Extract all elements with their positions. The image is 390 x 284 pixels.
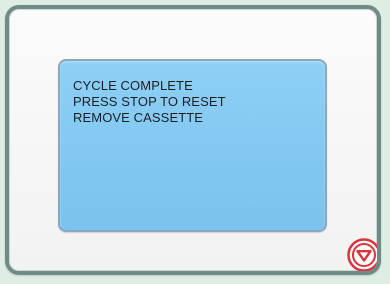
lcd-line-1: CYCLE COMPLETE <box>73 78 193 93</box>
lcd-screen: CYCLE COMPLETE PRESS STOP TO RESET REMOV… <box>58 59 327 232</box>
lcd-line-2: PRESS STOP TO RESET <box>73 94 226 109</box>
stop-triangle-icon <box>347 238 377 271</box>
lcd-line-3: REMOVE CASSETTE <box>73 110 204 125</box>
device-stage: CYCLE COMPLETE PRESS STOP TO RESET REMOV… <box>0 0 390 284</box>
stop-button[interactable] <box>347 238 377 271</box>
device-panel: CYCLE COMPLETE PRESS STOP TO RESET REMOV… <box>5 5 381 275</box>
lcd-message: CYCLE COMPLETE PRESS STOP TO RESET REMOV… <box>73 78 226 126</box>
